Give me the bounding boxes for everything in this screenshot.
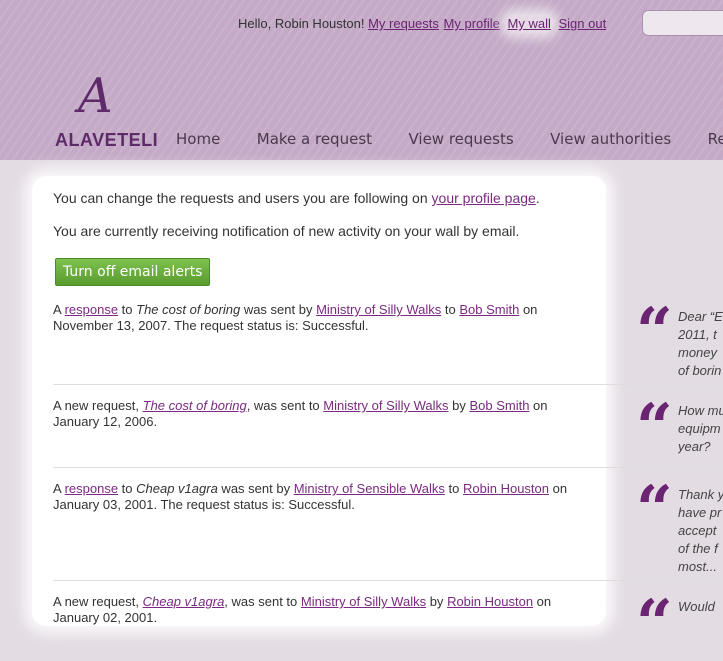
site-header: Hello, Robin Houston! My requests My pro… [0, 0, 723, 160]
feed-item: A response to Cheap v1agra was sent by M… [53, 481, 568, 512]
authority-link[interactable]: Ministry of Silly Walks [316, 302, 441, 317]
quote-excerpt[interactable]: How mu equipm year? [678, 402, 723, 456]
logo-icon[interactable]: A [78, 72, 113, 120]
user-link[interactable]: Robin Houston [447, 594, 533, 609]
nav-view-requests[interactable]: View requests [408, 130, 513, 148]
intro-email-line: You are currently receiving notification… [53, 223, 520, 239]
wall-content: You can change the requests and users yo… [32, 176, 723, 626]
my-wall-link[interactable]: My wall [504, 14, 554, 33]
feed-divider [53, 467, 723, 468]
feed-item: A new request, Cheap v1agra, was sent to… [53, 594, 552, 625]
request-title-link[interactable]: The cost of boring [143, 398, 247, 413]
authority-link[interactable]: Ministry of Silly Walks [323, 398, 448, 413]
quote-icon: “ [636, 586, 673, 661]
nav-view-authorities[interactable]: View authorities [550, 130, 671, 148]
sign-out-link[interactable]: Sign out [558, 16, 606, 31]
quote-icon: “ [636, 390, 673, 465]
intro-text: You can change the requests and users yo… [53, 190, 432, 206]
feed-divider [53, 384, 723, 385]
my-requests-link[interactable]: My requests [368, 16, 439, 31]
turn-off-email-alerts-button[interactable]: Turn off email alerts [55, 258, 211, 286]
quote-excerpt[interactable]: Dear “E 2011, t money of borin [678, 308, 723, 380]
user-link[interactable]: Bob Smith [469, 398, 529, 413]
greeting: Hello, Robin Houston! [238, 16, 365, 31]
request-title: The cost of boring [136, 302, 241, 317]
user-link[interactable]: Robin Houston [463, 481, 549, 496]
feed-date: January 12, 2006. [53, 414, 158, 429]
feed-date: January 02, 2001. [53, 610, 158, 625]
quote-excerpt[interactable]: Thank y have pr accept of the f most... [678, 486, 723, 576]
quote-icon: “ [636, 472, 673, 547]
feed-divider [53, 580, 723, 581]
response-link[interactable]: response [65, 481, 118, 496]
search-input[interactable] [642, 10, 723, 36]
nav-make-request[interactable]: Make a request [257, 130, 372, 148]
authority-link[interactable]: Ministry of Sensible Walks [294, 481, 445, 496]
feed-date-status: November 13, 2007. The request status is… [53, 318, 369, 333]
main-nav: Home Make a request View requests View a… [176, 130, 723, 149]
intro-profile-line: You can change the requests and users yo… [53, 190, 540, 206]
request-title-link[interactable]: Cheap v1agra [143, 594, 225, 609]
request-title: Cheap v1agra [136, 481, 218, 496]
user-link[interactable]: Bob Smith [459, 302, 519, 317]
feed-item: A response to The cost of boring was sen… [53, 302, 538, 333]
logo-text[interactable]: ALAVETELI [55, 130, 158, 151]
user-bar: Hello, Robin Houston! My requests My pro… [238, 14, 607, 33]
quote-excerpt[interactable]: Would [678, 598, 723, 616]
my-profile-link[interactable]: My profile [444, 16, 500, 31]
feed-date-status: January 03, 2001. The request status is:… [53, 497, 355, 512]
feed-item: A new request, The cost of boring, was s… [53, 398, 548, 429]
intro-text-suffix: . [535, 190, 540, 206]
quote-icon: “ [636, 294, 673, 369]
nav-home[interactable]: Home [176, 130, 220, 148]
profile-page-link[interactable]: your profile page [432, 190, 536, 206]
nav-read[interactable]: Read [708, 130, 723, 148]
response-link[interactable]: response [65, 302, 118, 317]
authority-link[interactable]: Ministry of Silly Walks [301, 594, 426, 609]
